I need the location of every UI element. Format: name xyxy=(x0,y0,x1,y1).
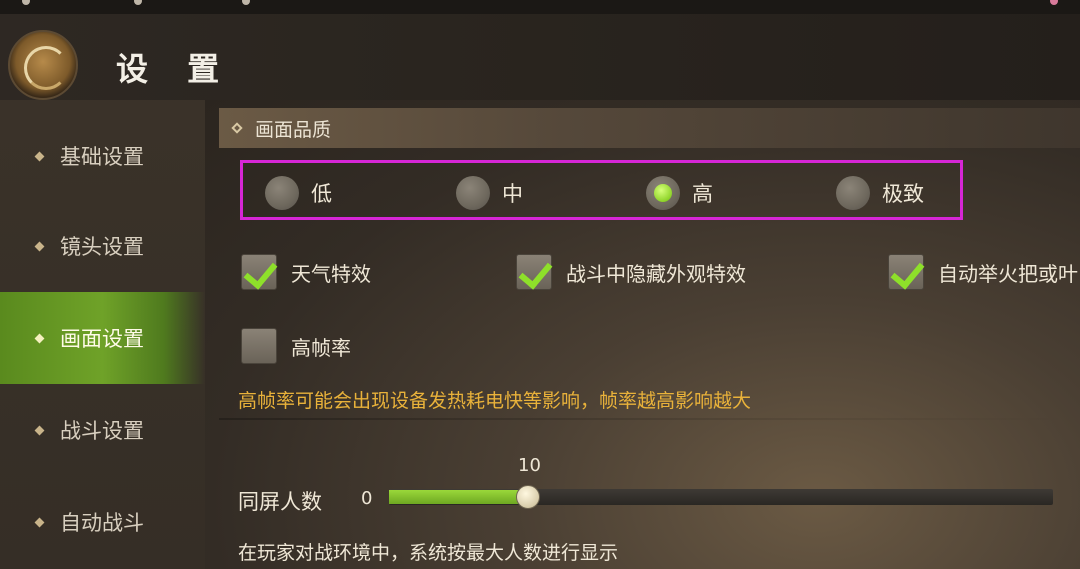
window-dot-icon xyxy=(242,0,250,5)
quality-options-group: 低 中 高 极致 xyxy=(240,160,963,220)
players-slider-note: 在玩家对战环境中，系统按最大人数进行显示 xyxy=(238,542,619,564)
checkbox-label: 战斗中隐藏外观特效 xyxy=(566,261,746,286)
weather-effects-checkbox[interactable]: 天气特效 xyxy=(241,254,371,290)
window-dot-icon xyxy=(22,0,30,5)
radio-label: 低 xyxy=(311,182,332,206)
sidebar-item-auto-combat[interactable]: 自动战斗 xyxy=(0,494,205,550)
players-slider-label: 同屏人数 xyxy=(238,490,322,514)
checkbox-label: 高帧率 xyxy=(291,335,351,360)
window-dot-icon xyxy=(134,0,142,5)
sidebar-item-graphics[interactable]: 画面设置 xyxy=(0,292,205,384)
players-slider-thumb[interactable] xyxy=(516,485,540,509)
framerate-warning: 高帧率可能会出现设备发热耗电快等影响，帧率越高影响越大 xyxy=(238,390,752,412)
diamond-icon xyxy=(34,151,45,161)
sidebar-item-label: 战斗设置 xyxy=(60,419,144,443)
checkmark-icon xyxy=(888,254,924,290)
radio-circle-icon xyxy=(456,176,490,210)
settings-header: 设 置 xyxy=(0,14,1080,100)
players-slider-min: 0 xyxy=(361,488,373,509)
sidebar-item-label: 镜头设置 xyxy=(60,235,144,259)
checkmark-icon xyxy=(516,254,552,290)
window-top-strip xyxy=(0,0,1080,14)
quality-radio-ultra[interactable]: 极致 xyxy=(836,176,924,210)
diamond-icon xyxy=(34,333,45,343)
radio-label: 高 xyxy=(692,182,713,206)
sidebar-item-combat[interactable]: 战斗设置 xyxy=(0,402,205,458)
radio-label: 中 xyxy=(502,182,523,206)
settings-sidebar: 基础设置 镜头设置 画面设置 战斗设置 自动战斗 xyxy=(0,100,205,569)
radio-selected-icon xyxy=(646,176,680,210)
checkbox-label: 天气特效 xyxy=(291,261,371,286)
checkmark-icon xyxy=(241,254,277,290)
checkbox-label: 自动举火把或叶 xyxy=(938,261,1078,286)
page-title: 设 置 xyxy=(116,50,234,88)
quality-radio-high[interactable]: 高 xyxy=(646,176,713,210)
section-header: 画面品质 xyxy=(219,108,1080,148)
section-title: 画面品质 xyxy=(255,118,332,141)
radio-circle-icon xyxy=(836,176,870,210)
radio-label: 极致 xyxy=(882,182,924,206)
auto-torch-checkbox[interactable]: 自动举火把或叶 xyxy=(888,254,1080,290)
diamond-icon xyxy=(34,241,45,251)
divider xyxy=(219,418,1080,420)
sidebar-item-label: 自动战斗 xyxy=(60,511,144,535)
quality-radio-low[interactable]: 低 xyxy=(265,176,332,210)
players-slider-value: 10 xyxy=(518,455,541,476)
diamond-icon xyxy=(34,425,45,435)
quality-radio-medium[interactable]: 中 xyxy=(456,176,523,210)
hide-appearance-effects-checkbox[interactable]: 战斗中隐藏外观特效 xyxy=(516,254,746,290)
radio-circle-icon xyxy=(265,176,299,210)
sidebar-item-camera[interactable]: 镜头设置 xyxy=(0,218,205,274)
dragon-emblem-icon xyxy=(8,30,78,100)
diamond-icon xyxy=(34,517,45,527)
high-framerate-checkbox[interactable]: 高帧率 xyxy=(241,328,351,364)
sidebar-item-basic[interactable]: 基础设置 xyxy=(0,128,205,184)
window-dot-icon xyxy=(1050,0,1058,5)
players-slider-fill xyxy=(389,490,528,504)
checkbox-empty-icon xyxy=(241,328,277,364)
graphics-settings-panel: 画面品质 低 中 高 极致 天气特效 战斗中隐藏外观特效 自动举火把或叶 高帧率 xyxy=(205,100,1080,569)
sidebar-item-label: 基础设置 xyxy=(60,145,144,169)
sidebar-item-label: 画面设置 xyxy=(60,327,144,351)
diamond-outline-icon xyxy=(231,122,243,134)
